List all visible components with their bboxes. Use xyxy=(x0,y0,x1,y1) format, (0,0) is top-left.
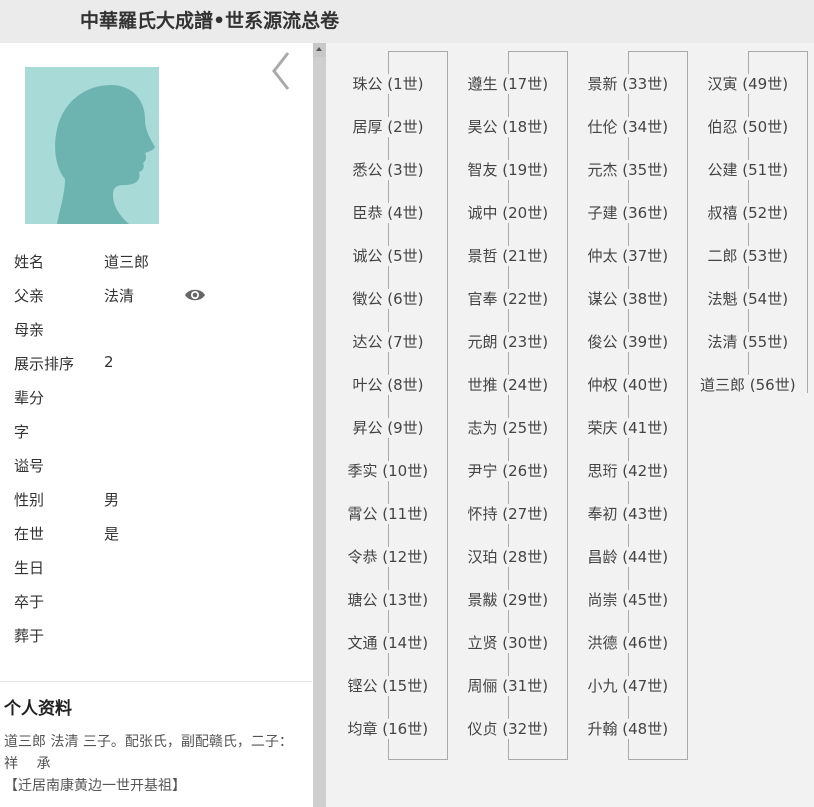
generation-item[interactable]: 俊公 (39世) xyxy=(585,332,671,352)
lineage-connector xyxy=(388,51,448,760)
generation-item[interactable]: 官奉 (22世) xyxy=(465,289,551,309)
generation-item[interactable]: 公建 (51世) xyxy=(705,160,791,180)
generation-item[interactable]: 徵公 (6世) xyxy=(350,289,426,309)
generation-item[interactable]: 瑭公 (13世) xyxy=(345,590,431,610)
generation-item[interactable]: 珠公 (1世) xyxy=(350,74,426,94)
avatar xyxy=(25,67,159,224)
generation-item[interactable]: 臣恭 (4世) xyxy=(350,203,426,223)
generation-item[interactable]: 遵生 (17世) xyxy=(465,74,551,94)
bio-text: 道三郎 法清 三子。配张氏，副配赣氏，二子： 祥 承 【迁居南康黄边一世开基祖】 xyxy=(4,734,293,794)
generation-item[interactable]: 尚崇 (45世) xyxy=(585,590,671,610)
generation-item[interactable]: 叔禧 (52世) xyxy=(705,203,791,223)
scroll-up-arrow-icon[interactable] xyxy=(316,47,322,51)
generation-item[interactable]: 立贤 (30世) xyxy=(465,633,551,653)
generation-item[interactable]: 叶公 (8世) xyxy=(350,375,426,395)
generation-item[interactable]: 景哲 (21世) xyxy=(465,246,551,266)
header-bar: 中華羅氏大成譜•世系源流总卷 xyxy=(0,0,814,43)
generation-item[interactable]: 仲太 (37世) xyxy=(585,246,671,266)
eye-icon[interactable] xyxy=(184,287,206,301)
generation-item[interactable]: 居厚 (2世) xyxy=(350,117,426,137)
generation-item[interactable]: 均章 (16世) xyxy=(345,719,431,739)
generation-item[interactable]: 谋公 (38世) xyxy=(585,289,671,309)
generation-item[interactable]: 智友 (19世) xyxy=(465,160,551,180)
generation-item[interactable]: 周俪 (31世) xyxy=(465,676,551,696)
person-silhouette-icon xyxy=(55,85,155,224)
generation-item[interactable]: 景黻 (29世) xyxy=(465,590,551,610)
generation-item[interactable]: 达公 (7世) xyxy=(350,332,426,352)
generation-item[interactable]: 景新 (33世) xyxy=(585,74,671,94)
lineage-panel: 珠公 (1世) 居厚 (2世) 悉公 (3世) 臣恭 (4世) 诚公 (5世) 徵公 (6… xyxy=(326,43,814,807)
generation-item[interactable]: 霄公 (11世) xyxy=(345,504,431,524)
page-title: 中華羅氏大成譜•世系源流总卷 xyxy=(80,10,340,32)
generation-item[interactable]: 汉寅 (49世) xyxy=(705,74,791,94)
generation-item[interactable]: 思珩 (42世) xyxy=(585,461,671,481)
generation-item[interactable]: 元朗 (23世) xyxy=(465,332,551,352)
section-divider xyxy=(0,681,312,682)
generation-item[interactable]: 昊公 (18世) xyxy=(465,117,551,137)
generation-item[interactable]: 仕伦 (34世) xyxy=(585,117,671,137)
person-detail-panel: 姓名 道三郎 父亲 法清 母亲 展示排序 2 辈分 字 谥号 性别男 在世是 生日 卒… xyxy=(0,43,312,807)
generation-item[interactable]: 二郎 (53世) xyxy=(705,246,791,266)
bio-heading: 个人资料 xyxy=(4,699,72,719)
lineage-connector xyxy=(628,51,688,760)
generation-item[interactable]: 世推 (24世) xyxy=(465,375,551,395)
generation-item[interactable]: 元杰 (35世) xyxy=(585,160,671,180)
generation-item[interactable]: 铿公 (15世) xyxy=(345,676,431,696)
generation-item[interactable]: 悉公 (3世) xyxy=(350,160,426,180)
scrollbar[interactable] xyxy=(313,43,326,807)
generation-item[interactable]: 昌龄 (44世) xyxy=(585,547,671,567)
generation-item[interactable]: 尹宁 (26世) xyxy=(465,461,551,481)
generation-item[interactable]: 仲权 (40世) xyxy=(585,375,671,395)
generation-item[interactable]: 道三郎 (56世) xyxy=(698,375,798,395)
generation-item[interactable]: 小九 (47世) xyxy=(585,676,671,696)
lineage-connector xyxy=(508,51,568,760)
generation-item[interactable]: 文通 (14世) xyxy=(345,633,431,653)
generation-item[interactable]: 令恭 (12世) xyxy=(345,547,431,567)
generation-item[interactable]: 奉初 (43世) xyxy=(585,504,671,524)
generation-item[interactable]: 昇公 (9世) xyxy=(350,418,426,438)
generation-item[interactable]: 荣庆 (41世) xyxy=(585,418,671,438)
generation-item[interactable]: 汉珀 (28世) xyxy=(465,547,551,567)
generation-item[interactable]: 志为 (25世) xyxy=(465,418,551,438)
generation-item[interactable]: 季实 (10世) xyxy=(345,461,431,481)
generation-item[interactable]: 诚中 (20世) xyxy=(465,203,551,223)
generation-item[interactable]: 仪贞 (32世) xyxy=(465,719,551,739)
back-chevron-icon[interactable] xyxy=(268,49,298,93)
generation-item[interactable]: 伯忍 (50世) xyxy=(705,117,791,137)
generation-item[interactable]: 升翰 (48世) xyxy=(585,719,671,739)
generation-item[interactable]: 子建 (36世) xyxy=(585,203,671,223)
generation-item[interactable]: 法清 (55世) xyxy=(705,332,791,352)
generation-item[interactable]: 法魁 (54世) xyxy=(705,289,791,309)
generation-item[interactable]: 诚公 (5世) xyxy=(350,246,426,266)
generation-item[interactable]: 怀持 (27世) xyxy=(465,504,551,524)
scrollbar-thumb[interactable] xyxy=(313,57,326,807)
generation-item[interactable]: 洪德 (46世) xyxy=(585,633,671,653)
